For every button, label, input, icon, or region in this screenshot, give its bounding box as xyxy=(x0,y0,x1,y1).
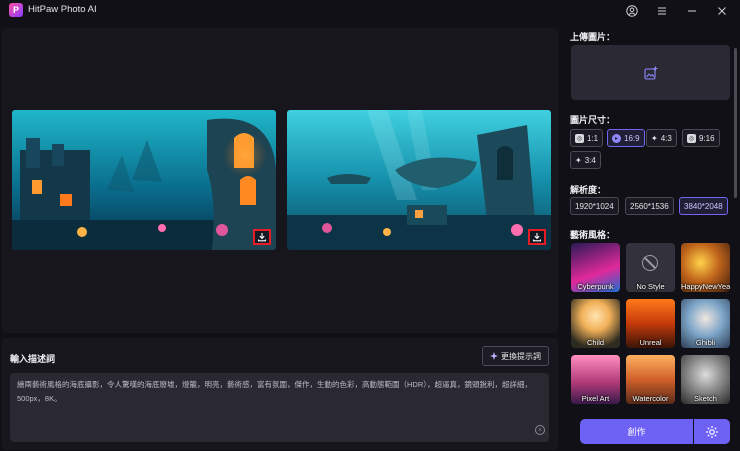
style-no-style[interactable]: No Style xyxy=(626,243,675,292)
style-cyberpunk[interactable]: Cyberpunk xyxy=(571,243,620,292)
resolution-1920[interactable]: 1920*1024 xyxy=(570,197,619,215)
underwater-city-image xyxy=(287,110,551,250)
download-icon xyxy=(532,233,542,242)
style-pixel-art[interactable]: Pixel Art xyxy=(571,355,620,404)
resolution-2560[interactable]: 2560*1536 xyxy=(625,197,674,215)
upload-label: 上傳圖片： xyxy=(570,32,616,42)
no-style-icon xyxy=(642,255,658,271)
download-icon xyxy=(257,233,267,242)
style-watercolor[interactable]: Watercolor xyxy=(626,355,675,404)
youtube-icon: ▸ xyxy=(612,133,621,143)
instagram-icon: ◎ xyxy=(687,133,696,143)
size-option-16-9[interactable]: ▸ 16:9 xyxy=(607,129,645,147)
add-image-icon xyxy=(643,66,657,80)
create-button[interactable]: 創作 xyxy=(580,419,693,444)
app-title: HitPaw Photo AI xyxy=(28,4,97,15)
style-ghibli[interactable]: Ghibli xyxy=(681,299,730,348)
size-option-9-16[interactable]: ◎ 9:16 xyxy=(682,129,720,147)
gear-icon xyxy=(706,425,718,438)
size-option-4-3[interactable]: ✦ 4:3 xyxy=(646,129,677,147)
app-logo: P xyxy=(9,3,23,17)
resolution-3840[interactable]: 3840*2048 xyxy=(679,197,728,215)
download-button-2[interactable] xyxy=(528,229,546,245)
settings-button[interactable] xyxy=(694,419,730,444)
twitter-icon: ✦ xyxy=(651,133,658,143)
hamburger-icon[interactable] xyxy=(654,3,670,19)
twitter-icon: ✦ xyxy=(575,155,582,165)
prompt-panel: 輸入描述詞 更換提示詞 繪兩藝術風格的海底攝影，令人驚嘆的海底廢墟，燈籠，明亮，… xyxy=(2,338,558,450)
settings-sidebar: 上傳圖片： 圖片尺寸： ◎ 1:1 ▸ 16:9 ✦ 4:3 ◎ 9:16 ✦ 3:4 解… xyxy=(565,22,740,451)
size-option-3-4[interactable]: ✦ 3:4 xyxy=(570,151,601,169)
close-icon[interactable] xyxy=(714,3,730,19)
style-unreal[interactable]: Unreal xyxy=(626,299,675,348)
user-circle-icon[interactable] xyxy=(624,3,640,19)
underwater-ruins-image xyxy=(12,110,276,250)
preview-panel xyxy=(2,28,558,333)
size-label: 圖片尺寸： xyxy=(570,115,616,125)
instagram-icon: ◎ xyxy=(575,133,584,143)
sidebar-scrollbar[interactable] xyxy=(734,48,737,198)
prompt-textarea[interactable]: 繪兩藝術風格的海底攝影，令人驚嘆的海底廢墟，燈籠，明亮，藝術感，富有氛圍，傑作，… xyxy=(10,373,549,442)
upload-image-dropzone[interactable] xyxy=(571,45,730,100)
result-image-2[interactable] xyxy=(287,110,551,250)
size-option-1-1[interactable]: ◎ 1:1 xyxy=(570,129,604,147)
minimize-icon[interactable] xyxy=(684,3,700,19)
clear-icon[interactable]: × xyxy=(535,425,545,435)
title-bar: P HitPaw Photo AI xyxy=(0,0,740,22)
style-happynewyear[interactable]: HappyNewYear xyxy=(681,243,730,292)
prompt-title: 輸入描述詞 xyxy=(10,354,56,364)
result-image-1[interactable] xyxy=(12,110,276,250)
resolution-label: 解析度： xyxy=(570,185,607,195)
style-sketch[interactable]: Sketch xyxy=(681,355,730,404)
style-label: 藝術風格： xyxy=(570,230,616,240)
change-prompt-button[interactable]: 更換提示詞 xyxy=(482,346,549,366)
download-button-1[interactable] xyxy=(253,229,271,245)
style-child[interactable]: Child xyxy=(571,299,620,348)
change-prompt-label: 更換提示詞 xyxy=(501,351,541,361)
sparkle-icon xyxy=(490,352,498,360)
